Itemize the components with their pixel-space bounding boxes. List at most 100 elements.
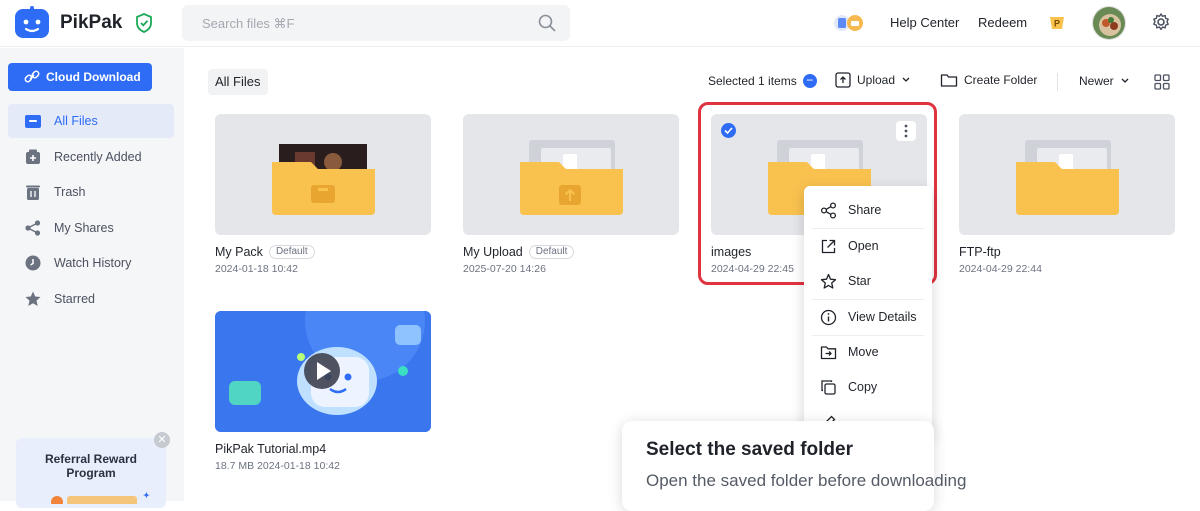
file-card-ftp[interactable]: FTP-ftp 2024-04-29 22:44 xyxy=(959,114,1175,275)
sort-label: Newer xyxy=(1079,74,1114,88)
sidebar-item-label: Watch History xyxy=(54,256,132,270)
file-name[interactable]: FTP-ftp xyxy=(959,245,1001,259)
sidebar-item-label: Starred xyxy=(54,292,95,306)
sidebar-item-label: Recently Added xyxy=(54,150,142,164)
info-icon xyxy=(820,309,837,325)
video-thumbnail[interactable] xyxy=(215,311,431,432)
external-link-icon xyxy=(821,239,836,253)
folder-icon xyxy=(272,144,375,215)
file-name-row: PikPak Tutorial.mp4 xyxy=(215,441,431,457)
sidebar-item-all-files[interactable]: All Files xyxy=(8,104,174,138)
redeem-link[interactable]: Redeem xyxy=(978,15,1027,30)
grid-view-icon[interactable] xyxy=(1154,74,1170,90)
trash-icon xyxy=(26,185,40,200)
clock-icon xyxy=(25,255,41,271)
sidebar-item-label: Trash xyxy=(54,185,86,199)
sidebar-item-my-shares[interactable]: My Shares xyxy=(8,211,174,245)
file-card-tutorial-video[interactable]: PikPak Tutorial.mp4 18.7 MB 2024-01-18 1… xyxy=(215,311,431,472)
premium-icon[interactable]: P xyxy=(1047,13,1067,33)
copy-icon xyxy=(821,379,836,395)
top-bar: PikPak Help Center Redeem P xyxy=(0,0,1200,47)
context-menu: Share Open Star View Details Move Copy xyxy=(804,186,932,436)
folder-icon xyxy=(25,115,41,128)
breadcrumb[interactable]: All Files xyxy=(208,69,268,95)
sidebar: Cloud Download All Files Recently Added … xyxy=(0,48,184,508)
tooltip-title: Select the saved folder xyxy=(646,439,853,460)
search-icon[interactable] xyxy=(537,13,557,33)
file-meta: 18.7 MB 2024-01-18 10:42 xyxy=(215,460,340,472)
share-icon xyxy=(25,220,41,236)
folder-icon xyxy=(520,140,623,215)
menu-item-label: Move xyxy=(848,345,879,359)
shield-icon[interactable] xyxy=(135,13,153,33)
link-icon xyxy=(24,70,40,83)
folder-icon xyxy=(1016,140,1119,215)
default-tag: Default xyxy=(528,245,575,259)
file-name[interactable]: My Pack xyxy=(215,245,263,259)
cloud-download-button[interactable]: Cloud Download xyxy=(8,63,152,91)
upload-button[interactable]: Upload xyxy=(835,72,911,88)
help-center-link[interactable]: Help Center xyxy=(890,15,959,30)
pikpak-logo-icon[interactable] xyxy=(15,6,49,40)
video-thumbnail-art xyxy=(215,311,431,432)
app-badges-icon[interactable] xyxy=(832,13,866,33)
avatar[interactable] xyxy=(1092,6,1126,40)
menu-item-share[interactable]: Share xyxy=(804,193,932,227)
brand-name: PikPak xyxy=(60,12,123,33)
cloud-download-label: Cloud Download xyxy=(46,70,141,84)
sidebar-item-label: My Shares xyxy=(54,221,114,235)
gift-icon: ✦ xyxy=(51,491,150,508)
file-card-my-upload[interactable]: My Upload Default 2025-07-20 14:26 xyxy=(463,114,679,275)
deselect-icon[interactable]: − xyxy=(802,74,817,88)
menu-item-label: Open xyxy=(848,239,879,253)
sidebar-item-trash[interactable]: Trash xyxy=(8,175,174,209)
folder-thumbnail[interactable] xyxy=(959,114,1175,235)
move-icon xyxy=(820,345,837,359)
recent-icon xyxy=(26,149,40,164)
file-name-row: FTP-ftp xyxy=(959,244,1175,260)
menu-item-copy[interactable]: Copy xyxy=(804,370,932,404)
menu-item-label: View Details xyxy=(848,310,917,324)
menu-item-star[interactable]: Star xyxy=(804,264,932,298)
tooltip-body: Open the saved folder before downloading xyxy=(646,471,967,490)
star-outline-icon xyxy=(820,273,837,289)
search-input[interactable] xyxy=(182,5,570,41)
folder-thumbnail[interactable] xyxy=(215,114,431,235)
file-name-row: My Upload Default xyxy=(463,244,679,260)
share-icon xyxy=(820,201,837,219)
file-name[interactable]: My Upload xyxy=(463,245,523,259)
close-icon[interactable]: ✕ xyxy=(154,432,170,448)
create-folder-label: Create Folder xyxy=(964,73,1038,87)
toolbar-divider xyxy=(1057,73,1058,91)
onboarding-tooltip: Select the saved folder xyxy=(622,421,934,511)
chevron-down-icon xyxy=(1121,78,1129,83)
folder-thumbnail[interactable] xyxy=(463,114,679,235)
menu-item-view-details[interactable]: View Details xyxy=(804,300,932,334)
sidebar-item-label: All Files xyxy=(54,114,98,128)
upload-label: Upload xyxy=(857,73,896,87)
menu-item-move[interactable]: Move xyxy=(804,335,932,369)
menu-item-label: Star xyxy=(848,274,871,288)
menu-item-open[interactable]: Open xyxy=(804,229,932,263)
sort-dropdown[interactable]: Newer xyxy=(1079,74,1130,88)
selected-count[interactable]: Selected 1 items − xyxy=(708,74,817,88)
file-name-row: My Pack Default xyxy=(215,244,431,260)
gear-icon[interactable] xyxy=(1151,12,1171,32)
folder-outline-icon xyxy=(940,74,958,87)
sidebar-item-starred[interactable]: Starred xyxy=(8,282,174,316)
upload-icon xyxy=(835,72,851,88)
sidebar-item-recently-added[interactable]: Recently Added xyxy=(8,140,174,174)
sidebar-item-watch-history[interactable]: Watch History xyxy=(8,246,174,280)
create-folder-button[interactable]: Create Folder xyxy=(940,72,1037,88)
menu-item-label: Copy xyxy=(848,380,878,394)
file-name[interactable]: PikPak Tutorial.mp4 xyxy=(215,442,326,456)
file-meta: 2024-04-29 22:44 xyxy=(959,263,1042,275)
file-card-my-pack[interactable]: My Pack Default 2024-01-18 10:42 xyxy=(215,114,431,275)
file-meta: 2025-07-20 14:26 xyxy=(463,263,546,275)
svg-text:P: P xyxy=(1054,19,1060,29)
chevron-down-icon xyxy=(902,77,910,82)
referral-banner[interactable]: Referral Reward Program ✦ xyxy=(16,438,166,508)
file-meta: 2024-01-18 10:42 xyxy=(215,263,298,275)
selected-count-label: Selected 1 items xyxy=(708,74,797,88)
star-icon xyxy=(25,291,41,306)
